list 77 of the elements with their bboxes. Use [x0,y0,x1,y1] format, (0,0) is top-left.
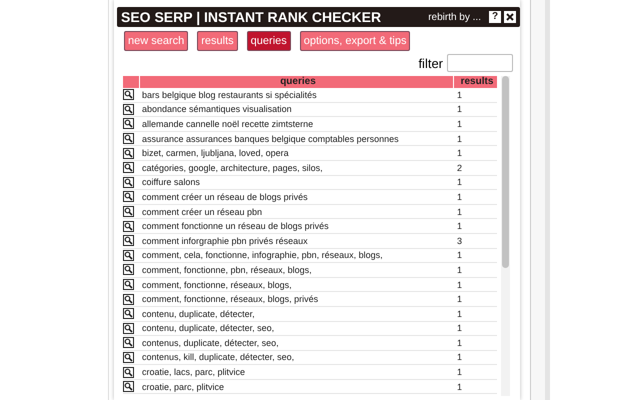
window-title: SEO SERP | INSTANT RANK CHECKER [121,9,382,25]
filter-label: filter [418,56,443,70]
table-cell: 1 [457,308,462,319]
table-cell: bizet, carmen, ljubljana, loved, opera [142,148,289,158]
table-cell: bars belgique blog restaurants si spécialités [142,90,317,100]
table-cell: assurance assurances banques belgique comptables personnes [142,134,399,144]
search-icon[interactable] [123,162,134,174]
search-icon[interactable] [123,206,134,218]
table-cell: allemande cannelle noël recette zimtsterne [142,118,314,129]
search-icon[interactable] [123,381,134,392]
table-cell: 3 [457,236,462,246]
search-icon[interactable] [123,294,134,305]
table-cell: 1 [457,264,462,275]
table-cell: croatie, lacs, parc, plitvice [142,367,246,378]
table-cell: 1 [457,206,462,217]
search-icon[interactable] [123,322,134,334]
table-cell: contenus, kill, duplicate, détecter, seo, [142,352,294,362]
tab[interactable]: new search [124,31,188,51]
search-icon[interactable] [123,133,134,144]
column-header[interactable]: results [453,76,497,88]
table-cell: 1 [457,104,462,114]
table-cell: comment, fonctionne, réseaux, blogs, privés [142,294,318,304]
search-icon[interactable] [123,148,134,159]
search-icon[interactable] [123,366,134,378]
search-icon[interactable] [123,337,134,348]
byline-link[interactable]: rebirth by ... [428,12,481,22]
table-cell: comment inforgraphie pbn privés réseaux [142,236,308,246]
search-icon[interactable] [123,264,134,276]
table-cell: croatie, parc, plitvice [142,382,224,392]
table-cell: 1 [457,250,462,260]
search-icon[interactable] [123,176,134,188]
table-cell: comment, fonctionne, pbn, réseaux, blogs, [142,264,312,275]
table-cell: 1 [457,280,462,290]
table-cell: contenus, duplicate, détecter, seo, [142,338,279,348]
table-cell: 1 [457,177,462,188]
scrollbar-thumb[interactable] [502,76,509,268]
search-icon[interactable] [123,308,134,320]
tab[interactable]: queries [246,31,291,51]
scrollbar-track[interactable] [501,76,510,396]
search-icon[interactable] [123,352,134,363]
table-cell: comment, fonctionne, réseaux, blogs, [142,280,292,290]
search-icon[interactable] [123,220,134,232]
table-cell: 1 [457,118,462,129]
search-icon[interactable] [123,89,134,100]
table-cell: comment créer un réseau de blogs privés [142,192,308,202]
table-cell: comment, cela, fonctionne, infographie, pbn, réseaux, blogs, [142,250,383,260]
table-cell: 1 [457,148,462,158]
table-cell: comment fonctionne un réseau de blogs privés [142,221,329,232]
search-icon[interactable] [123,191,134,202]
table-cell: catégories, google, architecture, pages, silos, [142,162,323,173]
search-icon[interactable] [123,104,134,115]
tab[interactable]: results [197,31,238,51]
help-button[interactable]: ? [489,11,501,23]
column-header[interactable]: queries [139,76,453,88]
table-cell: contenu, duplicate, détecter, [142,308,255,319]
filter-field[interactable] [447,54,513,72]
table-cell: coiffure salons [142,177,200,188]
search-icon[interactable] [123,279,134,290]
table-cell: comment créer un réseau pbn [142,206,262,217]
table-cell: 1 [457,338,462,348]
table-cell: abondance sémantiques visualisation [142,104,292,114]
table-cell: 1 [457,90,462,100]
table-cell: 1 [457,352,462,362]
table-cell: 1 [457,192,462,202]
table-cell: 1 [457,382,462,392]
search-icon[interactable] [123,118,134,130]
table-cell: 1 [457,323,462,334]
table-cell: contenu, duplicate, détecter, seo, [142,323,274,334]
table-cell: 2 [457,162,462,173]
tab[interactable]: options, export & tips [300,31,410,51]
table-cell: 1 [457,294,462,304]
table-cell: 1 [457,134,462,144]
table-cell: 1 [457,221,462,232]
search-icon[interactable] [123,235,134,246]
search-icon[interactable] [123,250,134,261]
table-cell: 1 [457,367,462,378]
close-icon[interactable] [504,11,516,23]
